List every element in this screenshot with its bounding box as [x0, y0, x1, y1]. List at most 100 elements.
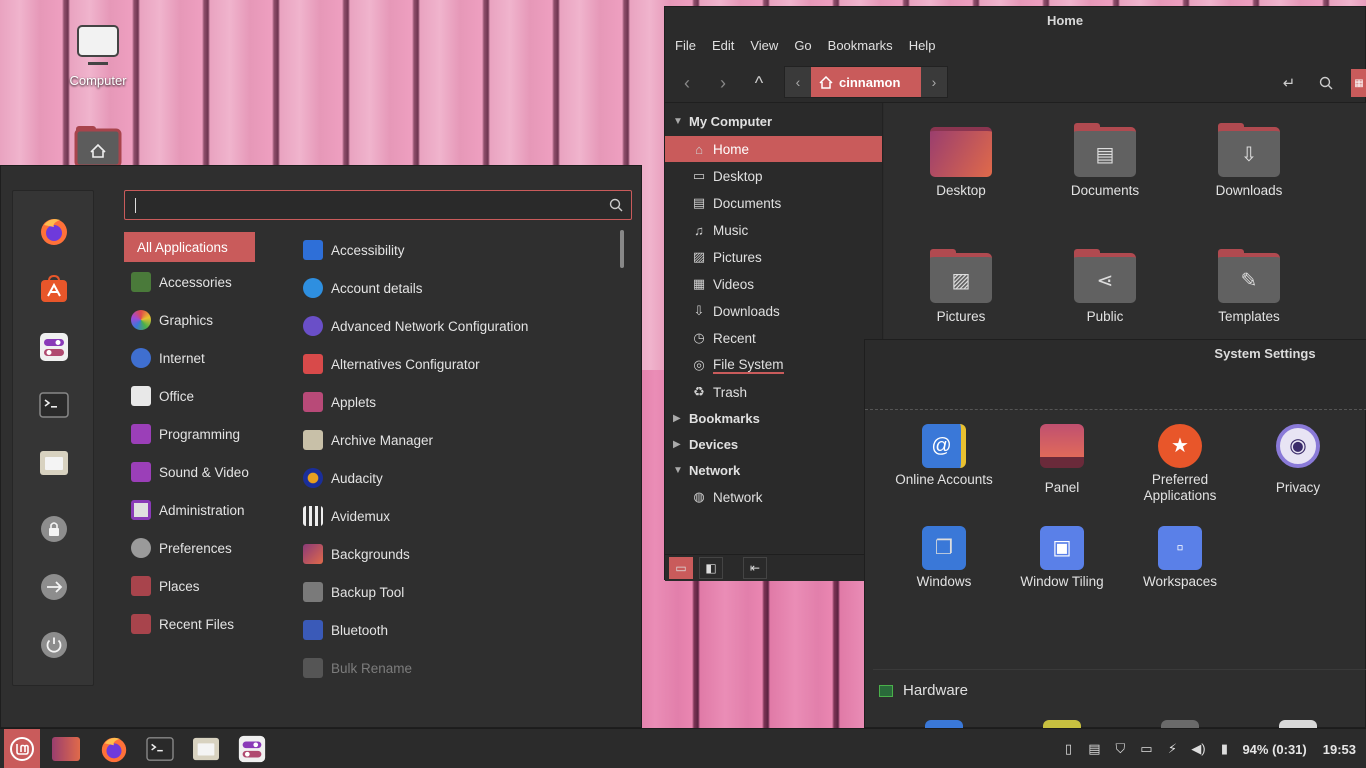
back-button[interactable]: ‹ — [673, 69, 701, 97]
app-accessibility[interactable]: Accessibility — [303, 235, 603, 265]
breadcrumb-right-icon[interactable]: › — [921, 74, 947, 90]
app-audacity[interactable]: Audacity — [303, 463, 603, 493]
category-sound-video[interactable]: Sound & Video — [124, 457, 255, 487]
menu-view[interactable]: View — [750, 38, 778, 53]
app-avidemux[interactable]: Avidemux — [303, 501, 603, 531]
taskbar-terminal[interactable] — [144, 733, 176, 765]
sidebar-item-videos[interactable]: ▦ Videos — [665, 271, 882, 297]
folder-downloads[interactable]: ⇩ Downloads — [1194, 123, 1304, 198]
favorite-software-manager[interactable] — [36, 271, 72, 307]
logout-button[interactable] — [36, 569, 72, 605]
menu-help[interactable]: Help — [909, 38, 936, 53]
category-programming[interactable]: Programming — [124, 419, 255, 449]
app-advanced-network-configuration[interactable]: Advanced Network Configuration — [303, 311, 603, 341]
sidebar-item-trash[interactable]: ♻ Trash — [665, 379, 882, 405]
sidebar-item-network[interactable]: ◍ Network — [665, 484, 882, 510]
text-caret — [135, 198, 136, 213]
app-bulk-rename[interactable]: Bulk Rename — [303, 653, 603, 683]
app-archive-manager[interactable]: Archive Manager — [303, 425, 603, 455]
taskbar-files[interactable] — [186, 729, 226, 768]
menu-search-input[interactable] — [124, 190, 632, 220]
folder-desktop[interactable]: Desktop — [906, 123, 1016, 198]
sidebar-item-label: Recent — [713, 330, 756, 346]
clipboard-icon[interactable]: ▤ — [1086, 741, 1102, 757]
battery-status[interactable]: 94% (0:31) — [1242, 742, 1306, 757]
forward-button[interactable]: › — [709, 69, 737, 97]
setting-preferred-applications[interactable]: ★ Preferred Applications — [1121, 424, 1239, 504]
section-devices[interactable]: ▶ Devices — [673, 432, 738, 456]
apps-scrollbar[interactable] — [620, 230, 624, 268]
mint-menu-button[interactable] — [4, 729, 40, 768]
search-button[interactable] — [1312, 69, 1340, 97]
section-network[interactable]: ▼ Network — [673, 458, 740, 482]
app-applets[interactable]: Applets — [303, 387, 603, 417]
menu-file[interactable]: File — [675, 38, 696, 53]
favorite-firefox[interactable] — [36, 213, 72, 249]
category-internet[interactable]: Internet — [124, 343, 255, 373]
view-grid-button[interactable]: ▦ — [1351, 69, 1366, 97]
favorite-settings[interactable] — [36, 329, 72, 365]
desktop-icon-computer[interactable]: Computer — [62, 24, 134, 88]
folder-public[interactable]: ⋖ Public — [1050, 249, 1160, 324]
shutdown-button[interactable] — [36, 627, 72, 663]
favorite-files[interactable] — [36, 445, 72, 481]
workspace-switcher-icon[interactable]: ▯ — [1060, 741, 1076, 757]
sidebar-item-music[interactable]: ♫ Music — [665, 217, 882, 243]
graphics-icon — [131, 310, 151, 330]
menu-bookmarks[interactable]: Bookmarks — [828, 38, 893, 53]
toggle-location-button[interactable]: ↵ — [1275, 69, 1303, 97]
shield-icon[interactable]: ⛉ — [1112, 741, 1128, 757]
category-places[interactable]: Places — [124, 571, 255, 601]
sidebar-item-home[interactable]: ⌂ Home — [665, 136, 882, 162]
taskbar-system-settings[interactable] — [232, 729, 272, 768]
clock[interactable]: 19:53 — [1323, 742, 1356, 757]
lock-screen-button[interactable] — [36, 511, 72, 547]
favorite-terminal[interactable] — [36, 387, 72, 423]
taskbar-firefox[interactable] — [98, 733, 130, 765]
menu-go[interactable]: Go — [794, 38, 811, 53]
setting-panel[interactable]: Panel — [1003, 424, 1121, 496]
sidebar-item-documents[interactable]: ▤ Documents — [665, 190, 882, 216]
section-my-computer[interactable]: ▼ My Computer — [673, 109, 772, 133]
folder-documents[interactable]: ▤ Documents — [1050, 123, 1160, 198]
folder-templates[interactable]: ✎ Templates — [1194, 249, 1304, 324]
display-icon[interactable]: ▭ — [1138, 741, 1154, 757]
app-backgrounds[interactable]: Backgrounds — [303, 539, 603, 569]
show-desktop-button[interactable] — [50, 733, 82, 765]
up-button[interactable]: ^ — [745, 69, 773, 97]
battery-icon[interactable]: ▮ — [1216, 741, 1232, 757]
category-accessories[interactable]: Accessories — [124, 267, 255, 297]
sidebar-item-pictures[interactable]: ▨ Pictures — [665, 244, 882, 270]
category-administration[interactable]: Administration — [124, 495, 255, 525]
setting-privacy[interactable]: ◉ Privacy — [1239, 424, 1357, 496]
hide-sidebar-button[interactable]: ⇤ — [743, 557, 767, 579]
breadcrumb-current[interactable]: cinnamon — [811, 67, 921, 97]
sidebar-item-downloads[interactable]: ⇩ Downloads — [665, 298, 882, 324]
desktop-icon: ▭ — [692, 168, 706, 183]
app-bluetooth[interactable]: Bluetooth — [303, 615, 603, 645]
app-alternatives-configurator[interactable]: Alternatives Configurator — [303, 349, 603, 379]
category-graphics[interactable]: Graphics — [124, 305, 255, 335]
breadcrumb-left-icon[interactable]: ‹ — [785, 74, 811, 90]
setting-online-accounts[interactable]: @ Online Accounts — [885, 424, 1003, 488]
setting-workspaces[interactable]: ▫ Workspaces — [1121, 526, 1239, 590]
sidebar-item-desktop[interactable]: ▭ Desktop — [665, 163, 882, 189]
setting-windows[interactable]: ❐ Windows — [885, 526, 1003, 590]
show-treeview-button[interactable]: ◧ — [699, 557, 723, 579]
app-account-details[interactable]: Account details — [303, 273, 603, 303]
volume-icon[interactable]: ◀) — [1190, 741, 1206, 757]
network-disconnected-icon[interactable]: ⚡ — [1164, 741, 1180, 757]
sidebar-item-file-system[interactable]: ◎ File System — [665, 352, 882, 378]
category-recent-files[interactable]: Recent Files — [124, 609, 255, 639]
app-backup-tool[interactable]: Backup Tool — [303, 577, 603, 607]
desktop-icon-home[interactable] — [62, 124, 134, 169]
show-places-button[interactable]: ▭ — [669, 557, 693, 579]
folder-pictures[interactable]: ▨ Pictures — [906, 249, 1016, 324]
sidebar-item-recent[interactable]: ◷ Recent — [665, 325, 882, 351]
menu-edit[interactable]: Edit — [712, 38, 734, 53]
category-all-applications[interactable]: All Applications — [124, 232, 255, 262]
setting-window-tiling[interactable]: ▣ Window Tiling — [1003, 526, 1121, 590]
category-office[interactable]: Office — [124, 381, 255, 411]
section-bookmarks[interactable]: ▶ Bookmarks — [673, 406, 760, 430]
category-preferences[interactable]: Preferences — [124, 533, 255, 563]
